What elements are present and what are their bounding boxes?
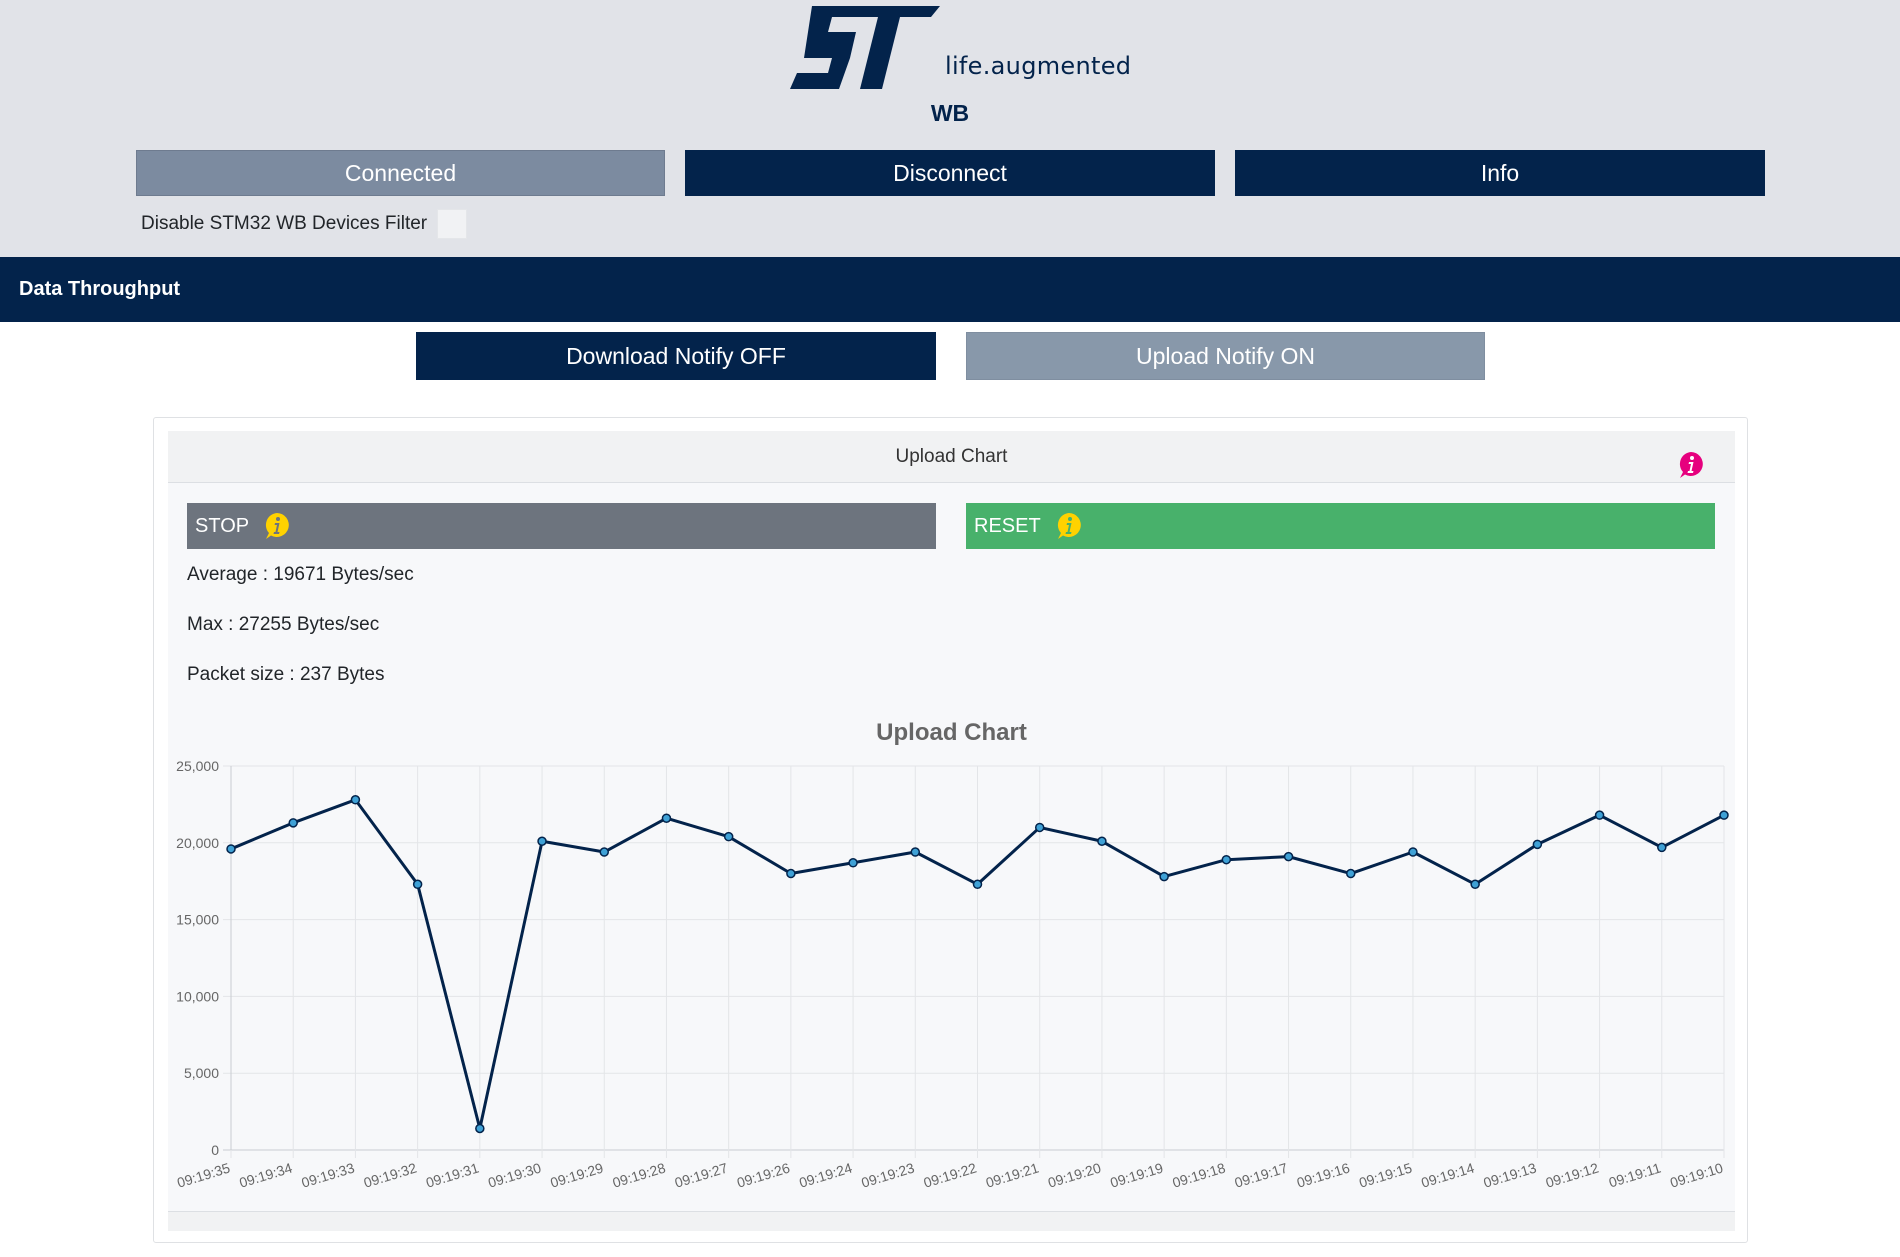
max-throughput: Max : 27255 Bytes/sec	[187, 614, 380, 635]
data-point	[1408, 847, 1418, 857]
x-tick-label: 09:19:22	[922, 1160, 979, 1191]
reset-label: RESET	[974, 514, 1041, 537]
data-point	[1283, 851, 1294, 862]
connected-button[interactable]: Connected	[136, 150, 665, 196]
x-tick-label: 09:19:29	[548, 1160, 605, 1191]
x-tick-label: 09:19:10	[1668, 1160, 1725, 1191]
data-point	[1159, 871, 1169, 882]
stop-label: STOP	[195, 514, 250, 537]
data-point	[972, 879, 983, 890]
filter-label: Disable STM32 WB Devices Filter	[141, 213, 428, 234]
info-button[interactable]: Info	[1235, 150, 1765, 196]
data-point	[1097, 836, 1107, 847]
data-point	[475, 1123, 485, 1134]
x-tick-label: 09:19:28	[611, 1160, 668, 1191]
reset-button[interactable]: RESET	[966, 503, 1715, 549]
data-point	[1719, 810, 1729, 820]
data-point	[599, 847, 609, 857]
x-tick-label: 09:19:32	[362, 1160, 419, 1191]
top-header: life.augmented WB Connected Disconnect I…	[0, 0, 1900, 257]
card-body: Upload Chart STOP RESET Average : 19671 …	[168, 431, 1735, 1231]
data-point	[412, 879, 423, 890]
data-point	[288, 818, 298, 828]
x-tick-label: 09:19:26	[735, 1160, 792, 1191]
x-tick-label: 09:19:27	[673, 1160, 730, 1191]
x-tick-label: 09:19:16	[1295, 1160, 1352, 1191]
logo-tagline: life.augmented	[945, 52, 1132, 80]
chart-svg: 05,00010,00015,00020,00025,00009:19:35 09…	[175, 758, 1729, 1191]
data-point	[1594, 810, 1605, 820]
data-point	[1657, 842, 1667, 853]
x-tick-label: 09:19:14	[1419, 1160, 1476, 1191]
packet-size: Packet size : 237 Bytes	[187, 664, 385, 685]
section-banner: Data Throughput	[0, 257, 1900, 322]
data-point	[1034, 822, 1045, 833]
section-title: Data Throughput	[19, 278, 181, 300]
card-footer	[168, 1211, 1735, 1231]
x-tick-label: 09:19:34	[237, 1160, 294, 1191]
data-point	[537, 836, 547, 847]
upload-notify-button[interactable]: Upload Notify ON	[966, 332, 1485, 380]
x-tick-label: 09:19:23	[859, 1160, 916, 1191]
card-header-title: Upload Chart	[895, 446, 1008, 467]
x-tick-label: 09:19:17	[1233, 1160, 1290, 1191]
upload-line-chart: 0 5,000 10,000 15,000 20,000 25,000 09:19:35 09…	[168, 751, 1735, 1216]
disconnect-button[interactable]: Disconnect	[685, 150, 1215, 196]
info-bubble-icon[interactable]	[1054, 511, 1084, 541]
x-tick-label: 09:19:21	[984, 1160, 1041, 1191]
average-throughput: Average : 19671 Bytes/sec	[187, 564, 414, 585]
x-tick-label: 09:19:12	[1544, 1160, 1601, 1191]
stop-button[interactable]: STOP	[187, 503, 936, 549]
y-tick-label: 20,000	[176, 835, 219, 851]
y-tick-label: 0	[211, 1142, 219, 1158]
x-tick-label: 09:19:30	[486, 1160, 543, 1191]
data-point	[1346, 868, 1356, 879]
data-point	[226, 844, 236, 854]
x-tick-label: 09:19:11	[1607, 1160, 1663, 1191]
x-tick-label: 09:19:31	[424, 1160, 481, 1191]
download-notify-button[interactable]: Download Notify OFF	[416, 332, 936, 380]
filter-checkbox[interactable]	[437, 209, 468, 239]
data-point	[1221, 854, 1232, 865]
y-tick-label: 10,000	[176, 988, 219, 1004]
upload-chart-card: Upload Chart STOP RESET Average : 19671 …	[153, 417, 1748, 1243]
data-point	[786, 868, 796, 879]
st-logo: life.augmented	[790, 6, 1131, 92]
x-tick-label: 09:19:35	[175, 1160, 232, 1191]
data-point	[661, 813, 672, 823]
st-logo-icon	[790, 6, 940, 89]
info-bubble-icon[interactable]	[262, 511, 292, 541]
data-point	[1470, 879, 1480, 890]
data-point	[723, 831, 734, 842]
data-point	[350, 795, 361, 805]
data-point	[848, 858, 858, 868]
product-name: WB	[930, 100, 970, 126]
data-point	[910, 847, 921, 857]
x-tick-label: 09:19:24	[797, 1160, 854, 1191]
card-header: Upload Chart	[168, 431, 1735, 483]
data-point	[1532, 839, 1543, 850]
chart-title: Upload Chart	[876, 719, 1027, 746]
y-tick-label: 15,000	[176, 912, 219, 928]
y-tick-label: 5,000	[184, 1065, 219, 1081]
x-tick-label: 09:19:18	[1170, 1160, 1227, 1191]
x-tick-label: 09:19:19	[1108, 1160, 1165, 1191]
info-bubble-icon[interactable]	[1676, 450, 1706, 480]
device-filter: Disable STM32 WB Devices Filter	[141, 209, 468, 239]
x-tick-label: 09:19:33	[299, 1160, 356, 1191]
x-tick-label: 09:19:13	[1481, 1160, 1538, 1191]
x-tick-label: 09:19:20	[1046, 1160, 1103, 1191]
y-tick-label: 25,000	[176, 758, 219, 774]
x-tick-label: 09:19:15	[1357, 1160, 1414, 1191]
